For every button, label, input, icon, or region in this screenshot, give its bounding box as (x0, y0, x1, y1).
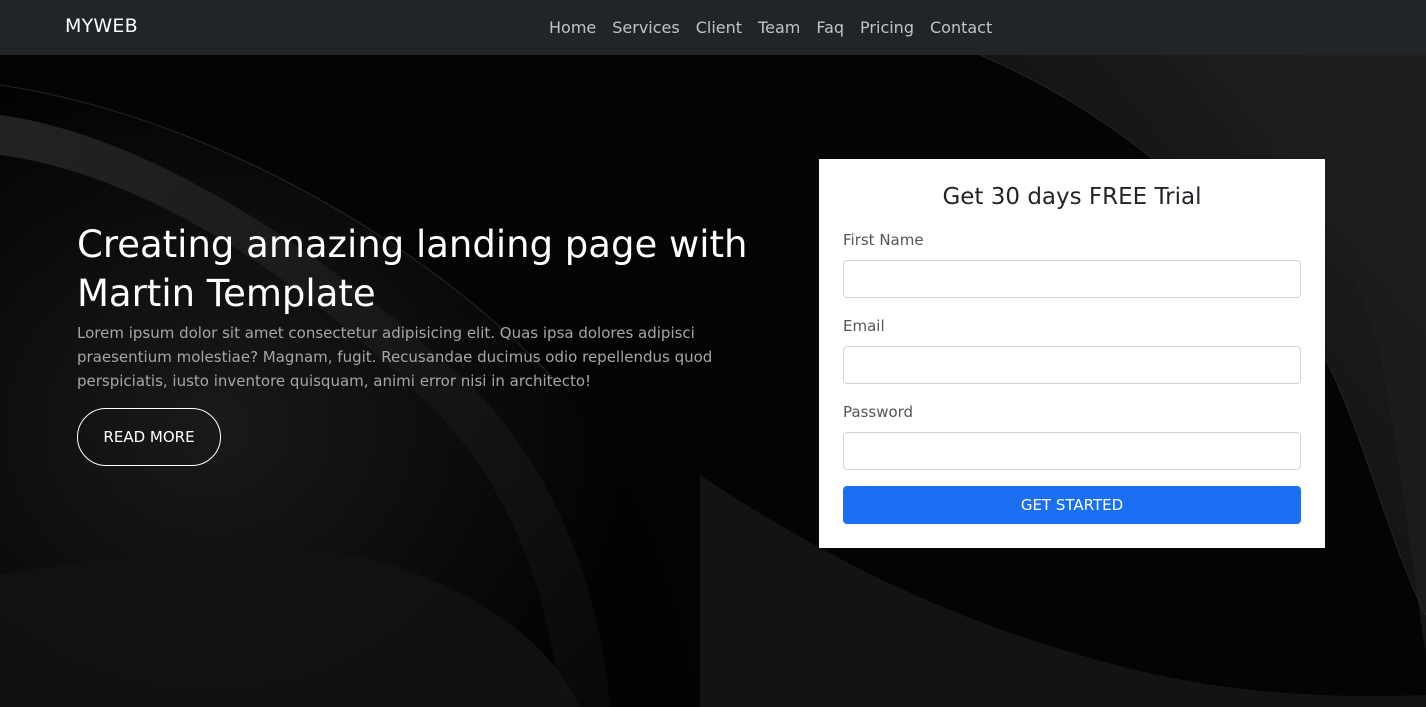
hero-section: Creating amazing landing page with Marti… (0, 55, 1426, 707)
hero-title: Creating amazing landing page with Marti… (77, 223, 748, 315)
get-started-button[interactable]: GET STARTED (843, 486, 1301, 524)
email-label: Email (843, 317, 885, 335)
first-name-label: First Name (843, 231, 924, 249)
read-more-button[interactable]: READ MORE (77, 408, 221, 466)
nav-link-team[interactable]: Team (750, 18, 808, 37)
password-input[interactable] (843, 432, 1301, 470)
nav-link-pricing[interactable]: Pricing (852, 18, 922, 37)
nav-link-client[interactable]: Client (688, 18, 750, 37)
brand-logo[interactable]: MYWEB (65, 15, 138, 37)
nav-link-contact[interactable]: Contact (922, 18, 1000, 37)
free-trial-form-card: Get 30 days FREE Trial First Name Email … (819, 159, 1325, 548)
nav-link-home[interactable]: Home (541, 18, 604, 37)
navbar: MYWEB Home Services Client Team Faq Pric… (0, 0, 1426, 55)
email-input[interactable] (843, 346, 1301, 384)
landing-page: MYWEB Home Services Client Team Faq Pric… (0, 0, 1426, 707)
form-title: Get 30 days FREE Trial (942, 184, 1202, 210)
nav-link-services[interactable]: Services (604, 18, 687, 37)
nav-link-faq[interactable]: Faq (808, 18, 852, 37)
password-label: Password (843, 403, 914, 421)
nav-menu: Home Services Client Team Faq Pricing Co… (541, 0, 1000, 55)
hero-description: Lorem ipsum dolor sit amet consectetur a… (77, 324, 713, 390)
first-name-input[interactable] (843, 260, 1301, 298)
